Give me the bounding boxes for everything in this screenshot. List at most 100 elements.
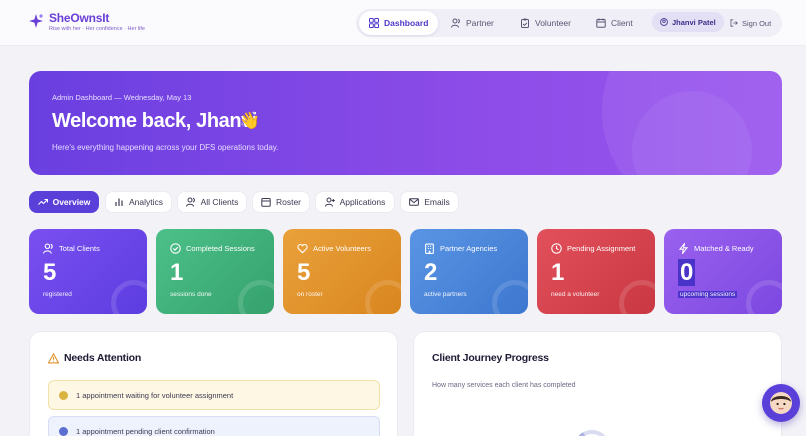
tab-emails-label: Emails: [424, 197, 450, 207]
nav-volunteer[interactable]: Volunteer: [510, 11, 581, 35]
card-caption: on roster: [297, 291, 323, 298]
card-caption: upcoming sessions: [678, 291, 738, 298]
trend-icon: [37, 198, 48, 205]
stat-card-total-clients[interactable]: Total Clients 5 registered: [29, 229, 147, 314]
card-value: 1: [170, 259, 184, 286]
app-name: SheOwnsIt: [49, 11, 110, 25]
calendar-icon: [261, 198, 271, 207]
card-value: 5: [43, 259, 57, 286]
grid-icon: [369, 18, 379, 28]
assistant-avatar-button[interactable]: [762, 384, 800, 422]
stat-card-partner-agencies[interactable]: Partner Agencies 2 active partners: [410, 229, 528, 314]
client-journey-panel: Client Journey Progress How many service…: [413, 331, 782, 436]
card-header: Active Volunteers: [297, 243, 371, 254]
avatar-icon: [770, 392, 792, 414]
tab-roster-label: Roster: [275, 197, 302, 207]
welcome-heading: Welcome back, Jhanvi: [52, 110, 258, 132]
card-header: Total Clients: [43, 243, 100, 254]
card-label: Matched & Ready: [694, 244, 754, 253]
app-tagline: Rise with her · Her confidence · Her lif…: [49, 26, 145, 32]
users-icon: [451, 18, 460, 28]
nav-dashboard[interactable]: Dashboard: [359, 11, 439, 35]
card-caption: need a volunteer: [551, 291, 600, 298]
tab-analytics[interactable]: Analytics: [105, 191, 172, 213]
stat-card-active-volunteers[interactable]: Active Volunteers 5 on roster: [283, 229, 401, 314]
calendar-icon: [596, 18, 606, 28]
tab-applications-label: Applications: [339, 197, 386, 207]
card-decoration: [746, 280, 782, 314]
sign-out-button[interactable]: Sign Out: [722, 11, 779, 35]
stat-card-matched-ready[interactable]: Matched & Ready 0 upcoming sessions: [664, 229, 782, 314]
sign-out-label: Sign Out: [742, 18, 772, 28]
card-label: Partner Agencies: [440, 244, 498, 253]
tab-overview-label: Overview: [52, 197, 91, 207]
bolt-icon: [678, 243, 689, 254]
card-decoration: [492, 280, 528, 314]
nav-client[interactable]: Client: [586, 11, 643, 35]
tab-applications[interactable]: Applications: [315, 191, 395, 213]
users-icon: [43, 243, 53, 254]
card-header: Partner Agencies: [424, 243, 497, 254]
needs-attention-panel: Needs Attention 1 appointment waiting fo…: [29, 331, 398, 436]
tab-overview[interactable]: Overview: [29, 191, 99, 213]
panel-subtitle: How many services each client has comple…: [432, 382, 576, 389]
clock-icon: [551, 243, 562, 254]
user-plus-icon: [324, 197, 335, 207]
nav-dashboard-label: Dashboard: [384, 18, 429, 28]
welcome-banner: Admin Dashboard — Wednesday, May 13 Welc…: [29, 71, 782, 175]
card-header: Matched & Ready: [678, 243, 754, 254]
card-value: 0: [678, 259, 696, 287]
status-dot: [59, 426, 68, 436]
tab-roster[interactable]: Roster: [252, 191, 310, 213]
users-icon: [185, 197, 195, 207]
card-header: Pending Assignment: [551, 243, 635, 254]
nav-partner-label: Partner: [466, 18, 494, 28]
card-value: 2: [424, 259, 438, 286]
bar-chart-icon: [115, 198, 123, 206]
mail-icon: [409, 198, 420, 206]
attention-item[interactable]: 1 appointment pending client confirmatio…: [48, 416, 380, 436]
banner-date: Admin Dashboard — Wednesday, May 13: [52, 93, 192, 102]
card-decoration: [365, 280, 401, 314]
panel-title: Needs Attention: [48, 352, 141, 364]
attention-item-text: 1 appointment pending client confirmatio…: [76, 426, 215, 436]
card-caption: sessions done: [170, 291, 212, 298]
logout-icon: [730, 19, 738, 27]
tab-all-clients-label: All Clients: [200, 197, 239, 207]
building-icon: [425, 243, 434, 254]
card-decoration: [238, 280, 274, 314]
wave-emoji-icon: 👋: [239, 111, 261, 130]
check-circle-icon: [170, 243, 181, 254]
loading-spinner-icon: [578, 430, 606, 436]
card-caption: active partners: [424, 291, 467, 298]
warning-icon: [48, 352, 59, 363]
card-label: Pending Assignment: [567, 244, 636, 253]
card-decoration: [111, 280, 147, 314]
attention-item-text: 1 appointment waiting for volunteer assi…: [76, 390, 234, 400]
attention-item[interactable]: 1 appointment waiting for volunteer assi…: [48, 380, 380, 410]
tab-all-clients[interactable]: All Clients: [177, 191, 247, 213]
stat-card-pending-assignment[interactable]: Pending Assignment 1 need a volunteer: [537, 229, 655, 314]
heart-icon: [297, 244, 308, 254]
card-header: Completed Sessions: [170, 243, 255, 254]
card-caption: registered: [43, 291, 72, 298]
app-logo[interactable]: SheOwnsIt Rise with her · Her confidence…: [28, 12, 145, 33]
card-label: Completed Sessions: [186, 244, 255, 253]
card-caption-text: upcoming sessions: [678, 291, 738, 298]
tab-emails[interactable]: Emails: [400, 191, 459, 213]
nav-partner[interactable]: Partner: [441, 11, 504, 35]
stat-card-completed-sessions[interactable]: Completed Sessions 1 sessions done: [156, 229, 274, 314]
panel-title: Client Journey Progress: [432, 352, 549, 364]
top-bar: SheOwnsIt Rise with her · Her confidence…: [0, 0, 806, 46]
panel-title-text: Needs Attention: [64, 352, 142, 364]
clipboard-icon: [521, 18, 529, 28]
user-profile-pill[interactable]: Jhanvi Patel: [652, 12, 724, 32]
card-label: Active Volunteers: [313, 244, 371, 253]
tab-analytics-label: Analytics: [128, 197, 163, 207]
nav-client-label: Client: [611, 18, 633, 28]
status-dot: [59, 390, 68, 400]
card-value: 5: [297, 259, 311, 286]
logo-star-icon: [29, 14, 43, 28]
nav-volunteer-label: Volunteer: [535, 18, 571, 28]
card-label: Total Clients: [59, 244, 100, 253]
